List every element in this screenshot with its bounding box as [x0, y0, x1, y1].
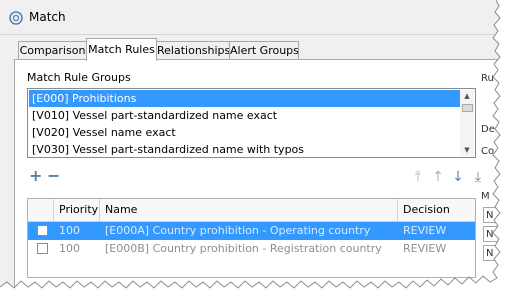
- window-title: Match: [29, 10, 66, 24]
- tab-alert-groups[interactable]: Alert Groups: [229, 41, 299, 59]
- match-rules-table: Priority Name Decision 100 [E000A] Count…: [27, 198, 476, 278]
- match-window: Match Comparison Match Rules Relationshi…: [0, 0, 503, 289]
- rule-group-item[interactable]: [V030] Vessel part-standardized name wit…: [29, 141, 460, 158]
- scroll-up-icon[interactable]: ▲: [461, 90, 473, 102]
- move-down-icon[interactable]: ↓: [449, 168, 467, 186]
- remove-icon[interactable]: −: [47, 168, 63, 184]
- rule-group-item[interactable]: [E000] Prohibitions: [29, 90, 460, 107]
- move-to-bottom-icon[interactable]: ⤓: [469, 168, 487, 186]
- move-up-icon[interactable]: ↑: [429, 168, 447, 186]
- side-label-fragment: De: [481, 124, 495, 135]
- match-rule-groups-list[interactable]: [E000] Prohibitions [V010] Vessel part-s…: [27, 88, 476, 158]
- list-vertical-scrollbar[interactable]: ▲ ▼: [460, 90, 474, 156]
- rule-group-item[interactable]: [V010] Vessel part-standardized name exa…: [29, 107, 460, 124]
- column-header-decision[interactable]: Decision: [398, 199, 475, 221]
- tab-match-rules[interactable]: Match Rules: [86, 38, 157, 61]
- name-cell: [E000B] Country prohibition - Registrati…: [105, 242, 382, 255]
- side-field-fragment[interactable]: N: [483, 207, 502, 223]
- add-icon[interactable]: +: [29, 168, 45, 184]
- tab-comparison[interactable]: Comparison: [18, 41, 87, 59]
- side-field-fragment[interactable]: N: [483, 245, 502, 261]
- move-to-top-icon[interactable]: ⤒: [409, 168, 427, 186]
- match-rule-groups-label: Match Rule Groups: [27, 71, 131, 84]
- header-checkbox-column[interactable]: [28, 199, 54, 221]
- order-toolbar: ⤒ ↑ ↓ ⤓: [409, 168, 489, 186]
- table-row[interactable]: 100 [E000A] Country prohibition - Operat…: [28, 222, 475, 240]
- name-cell: [E000A] Country prohibition - Operating …: [105, 224, 371, 237]
- row-checkbox[interactable]: [37, 225, 48, 236]
- column-header-priority[interactable]: Priority: [54, 199, 100, 221]
- side-label-fragment: Ru: [481, 73, 494, 84]
- decision-cell: REVIEW: [403, 242, 447, 255]
- priority-cell: 100: [59, 242, 80, 255]
- scroll-down-icon[interactable]: ▼: [461, 144, 473, 156]
- side-label-fragment: M: [481, 191, 490, 202]
- row-checkbox[interactable]: [37, 243, 48, 254]
- rule-group-item[interactable]: [V020] Vessel name exact: [29, 124, 460, 141]
- priority-cell: 100: [59, 224, 80, 237]
- table-row[interactable]: 100 [E000B] Country prohibition - Regist…: [28, 240, 475, 258]
- match-rules-panel: Match Rule Groups [E000] Prohibitions [V…: [14, 59, 502, 288]
- scroll-thumb[interactable]: [462, 104, 473, 112]
- app-icon: [9, 11, 23, 25]
- side-field-fragment[interactable]: N: [483, 226, 502, 242]
- column-header-name[interactable]: Name: [100, 199, 398, 221]
- decision-cell: REVIEW: [403, 224, 447, 237]
- table-header: Priority Name Decision: [28, 199, 475, 222]
- side-label-fragment: Co: [481, 146, 495, 157]
- tab-relationships[interactable]: Relationships: [156, 41, 230, 59]
- title-bar: Match: [0, 0, 502, 35]
